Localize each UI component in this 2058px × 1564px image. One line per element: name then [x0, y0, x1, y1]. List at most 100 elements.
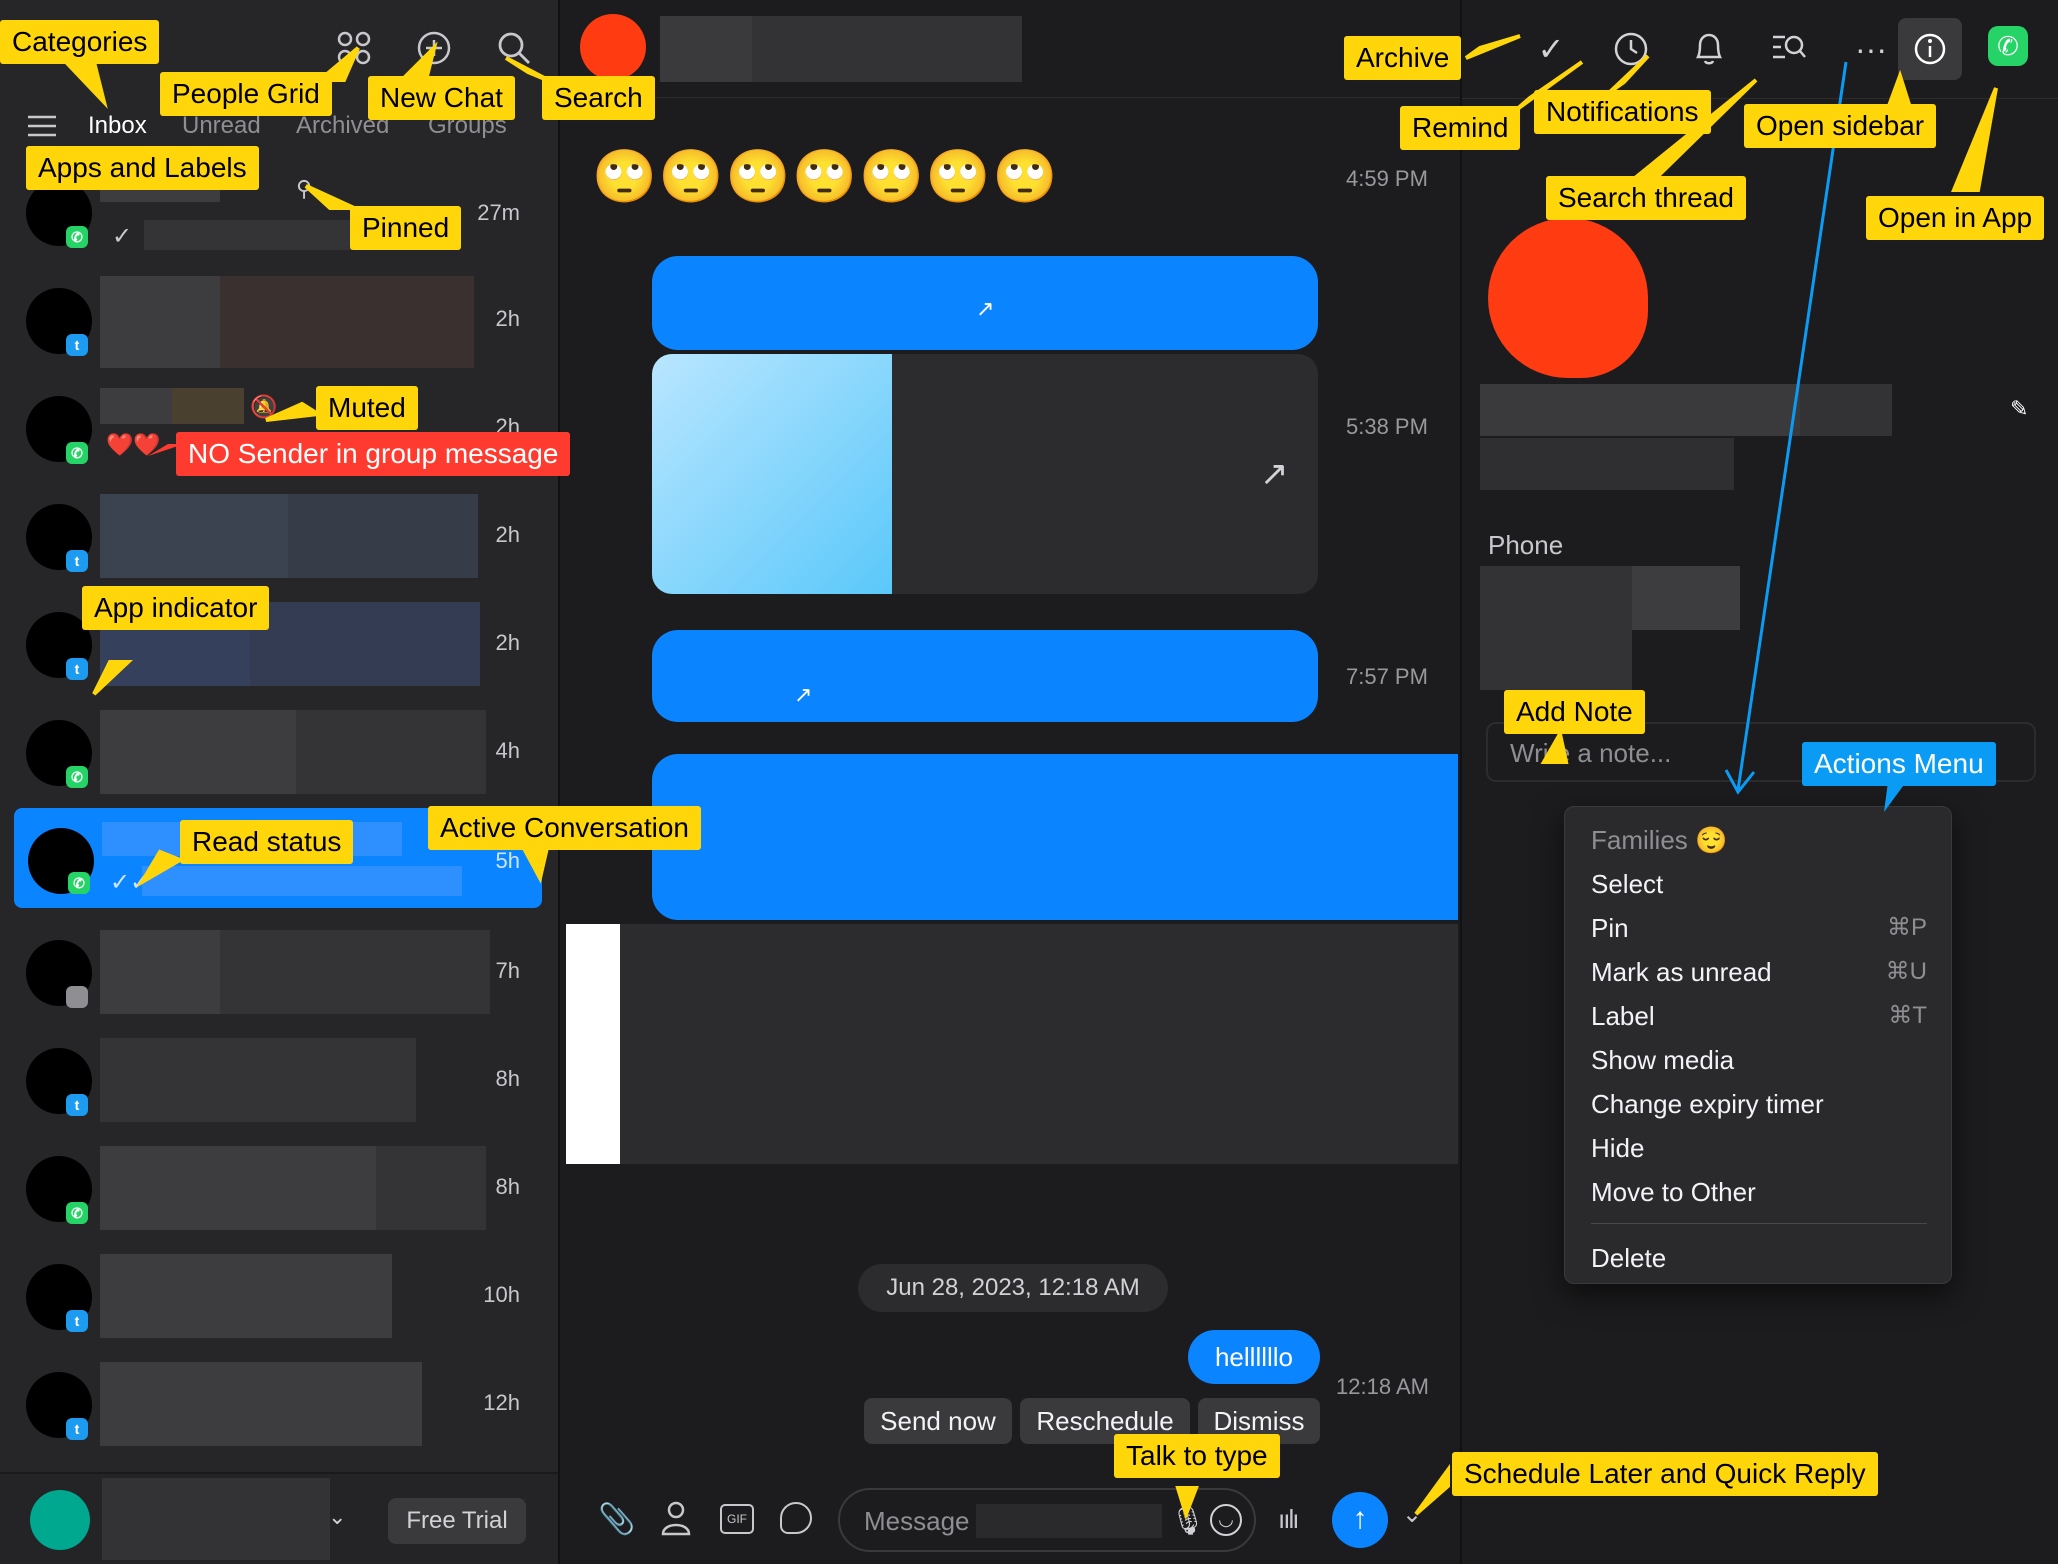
menu-item-label: Label — [1591, 1001, 1655, 1031]
search-icon[interactable] — [496, 30, 532, 66]
message-placeholder: Message — [864, 1506, 970, 1536]
link-message-bubble[interactable]: ↗ — [652, 630, 1318, 722]
external-link-icon[interactable]: ↗ — [976, 296, 994, 322]
annotation-people-grid: People Grid — [160, 72, 332, 116]
account-avatar[interactable] — [30, 1490, 90, 1550]
hamburger-icon[interactable] — [28, 114, 56, 138]
conversation-row[interactable]: ✆ 4h — [0, 698, 560, 806]
annotation-open-in-app: Open in App — [1866, 196, 2045, 240]
conversation-time: 12h — [483, 1390, 520, 1415]
external-link-icon[interactable]: ↗ — [794, 682, 812, 708]
menu-item-mark-unread[interactable]: Mark as unread ⌘U — [1591, 957, 1927, 988]
menu-item-hide[interactable]: Hide — [1591, 1133, 1644, 1164]
redacted-content — [250, 602, 480, 686]
more-actions-icon[interactable]: ··· — [1846, 24, 1896, 74]
annotation-search: Search — [542, 76, 655, 120]
sidebar: Inbox Unread Archived Groups ✆ ✓ ⚲ 27m t… — [0, 0, 560, 1564]
search-thread-icon[interactable] — [1764, 24, 1814, 74]
conversation-row[interactable]: t 2h — [0, 266, 560, 374]
redacted-content — [144, 220, 384, 250]
attachment-icon[interactable]: 📎 — [598, 1502, 635, 1537]
conversation-row[interactable]: t 12h — [0, 1350, 560, 1458]
conversation-row[interactable]: ✆ 8h — [0, 1134, 560, 1242]
voice-waveform-icon[interactable]: ıılı — [1278, 1504, 1300, 1535]
conversation-row[interactable]: 7h — [0, 918, 560, 1026]
emoji-icon[interactable]: ◡ — [1210, 1504, 1242, 1536]
media-message[interactable] — [566, 924, 1458, 1164]
link-message-bubble[interactable]: ↗ — [652, 256, 1318, 350]
message-input[interactable]: Message 🎙 ◡ — [838, 1488, 1256, 1552]
info-icon[interactable] — [1898, 18, 1962, 80]
external-link-icon[interactable]: ↗ — [1260, 454, 1289, 494]
menu-item-label: Mark as unread — [1591, 957, 1772, 987]
conversation-time: 2h — [495, 306, 520, 331]
redacted-content — [100, 1038, 416, 1122]
twitter-icon: t — [66, 1418, 88, 1440]
link-preview-card[interactable]: ↗ — [652, 354, 1318, 594]
conversation-time: 2h — [495, 522, 520, 547]
account-chevron-down-icon[interactable]: ⌄ — [328, 1504, 346, 1530]
open-in-whatsapp-icon[interactable]: ✆ — [1988, 26, 2028, 66]
menu-item-label[interactable]: Label ⌘T — [1591, 1001, 1927, 1032]
redacted-content — [100, 1254, 392, 1338]
people-grid-icon[interactable] — [336, 30, 372, 66]
free-trial-button[interactable]: Free Trial — [388, 1498, 526, 1544]
conversation-row[interactable]: t 10h — [0, 1242, 560, 1350]
redacted-content — [100, 494, 288, 578]
annotation-talk-to-type: Talk to type — [1114, 1434, 1280, 1478]
annotation-apps-labels: Apps and Labels — [26, 146, 259, 190]
redacted-phone — [1632, 566, 1740, 630]
redacted-account-name — [102, 1478, 330, 1560]
app-window: Inbox Unread Archived Groups ✆ ✓ ⚲ 27m t… — [0, 0, 2058, 1564]
whatsapp-icon: ✆ — [66, 442, 88, 464]
send-now-button[interactable]: Send now — [864, 1398, 1012, 1444]
chat-header — [562, 0, 1460, 98]
annotation-archive: Archive — [1344, 36, 1462, 80]
scheduled-message-bubble[interactable]: hellllllo — [1188, 1330, 1320, 1384]
send-options-chevron-icon[interactable]: ⌄ — [1402, 1500, 1422, 1529]
archive-check-icon[interactable]: ✓ — [1526, 24, 1576, 74]
annotation-pinned: Pinned — [350, 206, 462, 250]
microphone-icon[interactable]: 🎙 — [1170, 1504, 1206, 1537]
contact-avatar — [1488, 218, 1648, 378]
notifications-bell-icon[interactable] — [1684, 24, 1734, 74]
message-time: 5:38 PM — [1346, 414, 1428, 439]
gif-icon[interactable]: GIF — [720, 1504, 754, 1534]
menu-item-delete[interactable]: Delete — [1591, 1243, 1666, 1274]
message-bubble[interactable] — [652, 754, 1458, 920]
twitter-icon: t — [66, 550, 88, 572]
menu-divider — [1591, 1223, 1927, 1224]
conversation-row[interactable]: t 8h — [0, 1026, 560, 1134]
whatsapp-icon: ✆ — [68, 872, 90, 894]
redacted-contact-name — [1480, 384, 1800, 436]
note-placeholder: Write a note... — [1510, 738, 1672, 768]
new-chat-icon[interactable] — [416, 30, 452, 66]
tab-unread[interactable]: Unread — [182, 112, 261, 140]
menu-item-move-to-other[interactable]: Move to Other — [1591, 1177, 1756, 1208]
menu-shortcut: ⌘P — [1886, 914, 1927, 941]
actions-menu: Families 😌 Select Pin ⌘P Mark as unread ⌘U… — [1564, 806, 1952, 1284]
sticker-icon[interactable] — [780, 1502, 812, 1534]
send-button[interactable]: ↑ — [1332, 1492, 1388, 1548]
menu-item-show-media[interactable]: Show media — [1591, 1045, 1734, 1076]
twitter-icon: t — [66, 334, 88, 356]
message-time: 7:57 PM — [1346, 664, 1428, 689]
menu-item-expiry-timer[interactable]: Change expiry timer — [1591, 1089, 1824, 1120]
menu-item-pin[interactable]: Pin ⌘P — [1591, 913, 1927, 944]
annotation-categories: Categories — [0, 20, 160, 64]
redacted-chat-name — [660, 16, 752, 82]
annotation-actions-menu: Actions Menu — [1802, 742, 1996, 786]
redacted-content — [296, 710, 486, 794]
conversation-row[interactable]: t 2h — [0, 482, 560, 590]
remind-clock-icon[interactable] — [1606, 24, 1656, 74]
date-divider: Jun 28, 2023, 12:18 AM — [858, 1264, 1168, 1312]
redacted-content — [100, 710, 296, 794]
edit-pencil-icon[interactable]: ✎ — [2010, 396, 2028, 422]
menu-item-label: Change expiry timer — [1591, 1089, 1824, 1119]
contact-icon[interactable] — [660, 1500, 692, 1536]
redacted-content — [100, 1362, 422, 1446]
tab-inbox[interactable]: Inbox — [88, 112, 147, 140]
chat-avatar[interactable] — [580, 14, 646, 80]
menu-item-select[interactable]: Select — [1591, 869, 1927, 900]
annotation-active-conversation: Active Conversation — [428, 806, 702, 850]
